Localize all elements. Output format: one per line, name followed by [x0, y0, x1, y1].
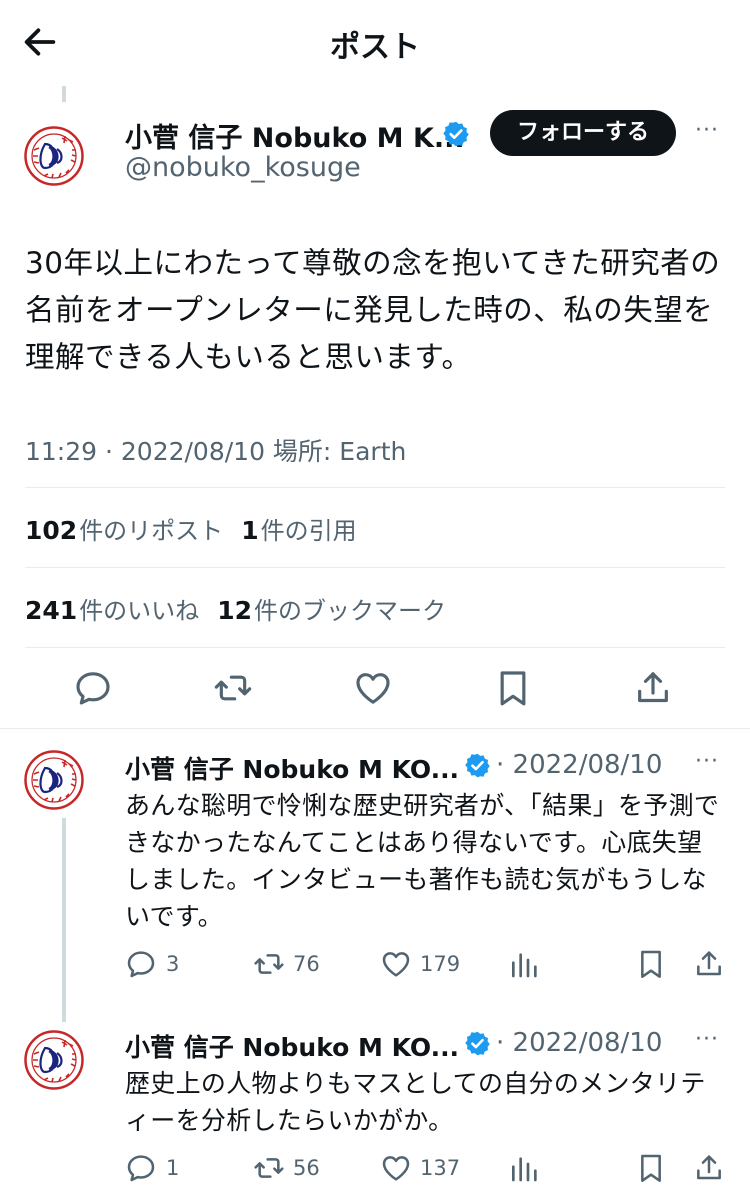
more-options-icon[interactable]: ···: [695, 118, 719, 143]
divider: [25, 567, 725, 568]
reply-text: 歴史上の人物よりもマスとしての自分のメンタリティーを分析したらいかがか。: [125, 1069, 706, 1135]
thread-connector: [62, 818, 66, 1022]
divider: [0, 728, 750, 729]
bookmark-icon[interactable]: [635, 1152, 667, 1184]
avatar[interactable]: [24, 750, 84, 810]
reply-author-name[interactable]: 小菅 信子 Nobuko M KO...: [125, 750, 459, 786]
bookmarks-stat[interactable]: 12件のブックマーク: [217, 596, 446, 625]
speech-bubble-icon[interactable]: [73, 668, 113, 708]
repost-arrows-icon[interactable]: [213, 668, 253, 708]
more-options-icon[interactable]: ···: [695, 749, 719, 774]
post-timestamp-location[interactable]: 11:29 · 2022/08/10 場所: Earth: [25, 432, 406, 468]
bar-chart-icon[interactable]: [508, 948, 540, 980]
share-upload-icon[interactable]: [693, 1152, 725, 1184]
repost-arrows-icon[interactable]: [253, 948, 285, 980]
bookmark-icon[interactable]: [635, 948, 667, 980]
heart-icon[interactable]: [380, 1152, 412, 1184]
verified-badge-icon: [464, 1030, 491, 1057]
reply-count: 1: [166, 1156, 180, 1180]
reposts-count: 102: [25, 516, 78, 545]
reply-count: 3: [166, 952, 180, 976]
share-upload-icon[interactable]: [633, 668, 673, 708]
speech-bubble-icon[interactable]: [125, 948, 157, 980]
reposts-label: 件のリポスト: [79, 517, 224, 545]
more-options-icon[interactable]: ···: [695, 1027, 719, 1052]
heart-icon[interactable]: [380, 948, 412, 980]
bookmarks-label: 件のブックマーク: [253, 597, 446, 625]
repost-count: 76: [293, 952, 320, 976]
speech-bubble-icon[interactable]: [125, 1152, 157, 1184]
divider: [25, 487, 725, 488]
avatar[interactable]: [24, 126, 84, 186]
reply-date[interactable]: · 2022/08/10: [496, 750, 662, 780]
avatar[interactable]: [24, 1030, 84, 1090]
reply-text: あんな聡明で怜悧な歴史研究者が、「結果」を予測できなかったなんてことはあり得ない…: [125, 791, 720, 931]
like-count: 179: [420, 952, 461, 976]
reply-date[interactable]: · 2022/08/10: [496, 1028, 662, 1058]
bookmarks-count: 12: [217, 596, 252, 625]
bookmark-icon[interactable]: [493, 668, 533, 708]
author-name[interactable]: 小菅 信子 Nobuko M K...: [125, 116, 465, 155]
verified-badge-icon: [442, 120, 470, 148]
thread-connector-top: [62, 86, 66, 102]
like-count: 137: [420, 1156, 461, 1180]
heart-icon[interactable]: [353, 668, 393, 708]
repost-quote-stats: 102件のリポスト 1件の引用: [25, 511, 357, 546]
likes-count: 241: [25, 596, 78, 625]
divider: [25, 647, 725, 648]
reply-author-name[interactable]: 小菅 信子 Nobuko M KO...: [125, 1028, 459, 1064]
post-text: 30年以上にわたって尊敬の念を抱いてきた研究者の名前をオープンレターに発見した時…: [25, 246, 721, 374]
quotes-stat[interactable]: 1件の引用: [241, 516, 357, 545]
page-title: ポスト: [330, 30, 420, 65]
likes-stat[interactable]: 241件のいいね: [25, 596, 200, 625]
like-bookmark-stats: 241件のいいね 12件のブックマーク: [25, 591, 446, 626]
share-upload-icon[interactable]: [693, 948, 725, 980]
top-bar: ポスト: [0, 0, 750, 88]
author-handle[interactable]: @nobuko_kosuge: [125, 152, 361, 183]
quotes-label: 件の引用: [260, 517, 357, 545]
repost-count: 56: [293, 1156, 320, 1180]
reposts-stat[interactable]: 102件のリポスト: [25, 516, 224, 545]
bar-chart-icon[interactable]: [508, 1152, 540, 1184]
repost-arrows-icon[interactable]: [253, 1152, 285, 1184]
follow-button[interactable]: フォローする: [490, 110, 676, 156]
quotes-count: 1: [241, 516, 259, 545]
verified-badge-icon: [464, 752, 491, 779]
likes-label: 件のいいね: [79, 597, 200, 625]
